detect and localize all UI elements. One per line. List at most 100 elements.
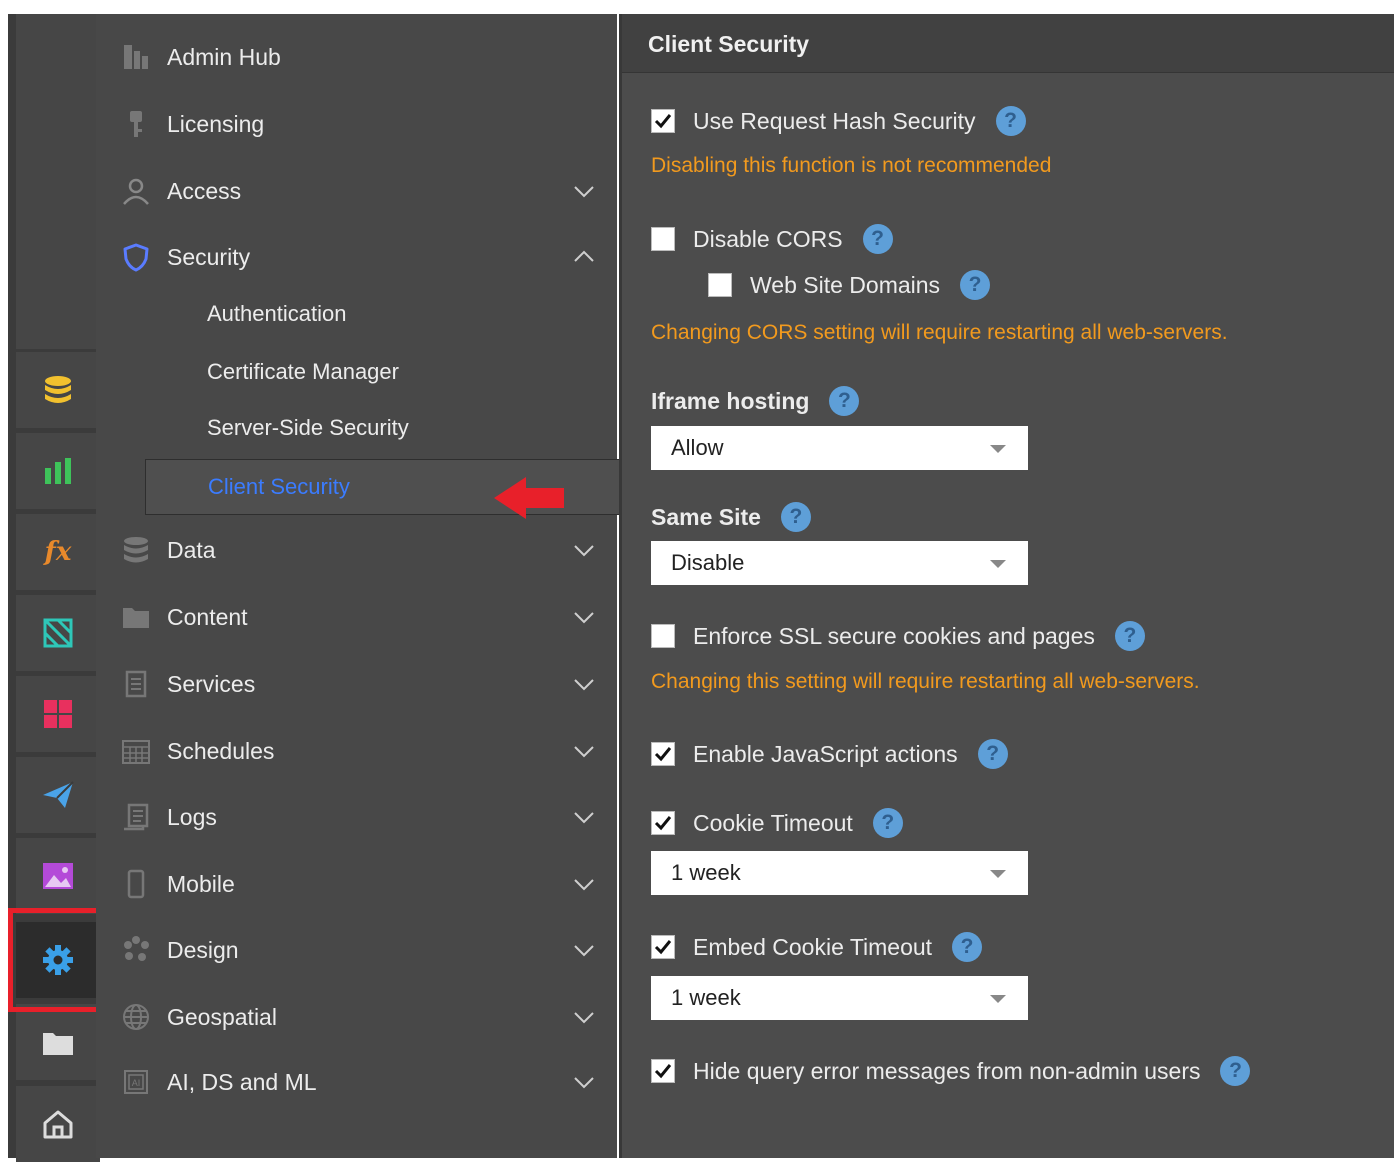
request-hash-checkbox[interactable] xyxy=(651,109,675,133)
cookie-timeout-select[interactable]: 1 week xyxy=(651,851,1028,895)
cookie-timeout-label: Cookie Timeout xyxy=(693,809,853,836)
nav-item-logs[interactable]: Logs xyxy=(96,792,617,842)
rail-reports-button[interactable] xyxy=(16,433,100,509)
chevron-down-icon[interactable] xyxy=(572,605,596,629)
nav-item-mobile[interactable]: Mobile xyxy=(96,859,617,909)
document-icon xyxy=(120,668,152,700)
iframe-hosting-label: Iframe hosting xyxy=(651,387,810,414)
enforce-ssl-checkbox[interactable] xyxy=(651,624,675,648)
checkmark-icon xyxy=(654,747,672,762)
database-icon xyxy=(120,534,152,566)
gear-icon xyxy=(43,945,73,975)
help-icon[interactable]: ? xyxy=(977,739,1008,769)
nav-label: Access xyxy=(167,177,242,204)
nav-subitem-label: Client Security xyxy=(208,474,350,499)
help-icon[interactable]: ? xyxy=(829,386,860,416)
same-site-row: Same Site ? xyxy=(651,502,811,532)
nav-subitem-certificate-manager[interactable]: Certificate Manager xyxy=(207,359,399,385)
nav-label: Admin Hub xyxy=(167,43,281,70)
nav-item-licensing[interactable]: Licensing xyxy=(96,99,617,149)
ai-icon: AI xyxy=(120,1066,152,1098)
iframe-hosting-select[interactable]: Allow xyxy=(651,426,1028,470)
chevron-down-icon[interactable] xyxy=(572,938,596,962)
iframe-hosting-row: Iframe hosting ? xyxy=(651,386,860,416)
rail-storyboard-button[interactable] xyxy=(16,838,100,914)
dropdown-caret-icon xyxy=(990,995,1006,1003)
help-icon[interactable]: ? xyxy=(1220,1056,1251,1086)
rail-publish-button[interactable] xyxy=(16,757,100,833)
svg-text:AI: AI xyxy=(132,1078,141,1088)
chevron-down-icon[interactable] xyxy=(572,538,596,562)
chevron-down-icon[interactable] xyxy=(572,805,596,829)
rail-dashboard-button[interactable] xyxy=(16,676,100,752)
chevron-down-icon[interactable] xyxy=(572,872,596,896)
disable-cors-checkbox[interactable] xyxy=(651,227,675,251)
rail-files-button[interactable] xyxy=(16,1004,100,1080)
cookie-timeout-checkbox[interactable] xyxy=(651,811,675,835)
nav-item-admin-hub[interactable]: Admin Hub xyxy=(96,32,617,82)
help-icon[interactable]: ? xyxy=(952,932,983,962)
web-site-domains-checkbox[interactable] xyxy=(708,273,732,297)
nav-item-ai-ds-ml[interactable]: AI AI, DS and ML xyxy=(96,1057,617,1107)
rail-formula-button[interactable]: fx xyxy=(16,514,100,590)
nav-item-content[interactable]: Content xyxy=(96,592,617,642)
shield-icon xyxy=(120,241,152,273)
dashboard-tiles-icon xyxy=(44,700,72,728)
chevron-down-icon[interactable] xyxy=(572,1005,596,1029)
nav-item-services[interactable]: Services xyxy=(96,659,617,709)
nav-item-schedules[interactable]: Schedules xyxy=(96,726,617,776)
enforce-ssl-row: Enforce SSL secure cookies and pages ? xyxy=(651,621,1145,651)
enable-js-row: Enable JavaScript actions ? xyxy=(651,739,1008,769)
nav-subitem-authentication[interactable]: Authentication xyxy=(207,301,346,327)
request-hash-label: Use Request Hash Security xyxy=(693,107,976,134)
enable-js-label: Enable JavaScript actions xyxy=(693,740,958,767)
chevron-down-icon[interactable] xyxy=(572,739,596,763)
same-site-select[interactable]: Disable xyxy=(651,541,1028,585)
checkmark-icon xyxy=(654,114,672,129)
dropdown-caret-icon xyxy=(990,870,1006,878)
rail-data-button[interactable] xyxy=(16,352,100,428)
help-icon[interactable]: ? xyxy=(862,224,893,254)
nav-item-access[interactable]: Access xyxy=(96,166,617,216)
nav-item-data[interactable]: Data xyxy=(96,525,617,575)
chevron-up-icon[interactable] xyxy=(572,245,596,269)
chevron-down-icon[interactable] xyxy=(572,672,596,696)
nav-item-geospatial[interactable]: Geospatial xyxy=(96,992,617,1042)
embed-cookie-timeout-row: Embed Cookie Timeout ? xyxy=(651,932,983,962)
checkmark-icon xyxy=(654,816,672,831)
embed-cookie-timeout-checkbox[interactable] xyxy=(651,935,675,959)
chevron-down-icon[interactable] xyxy=(572,179,596,203)
red-arrow-icon xyxy=(494,477,564,519)
help-icon[interactable]: ? xyxy=(960,270,991,300)
nav-label: Services xyxy=(167,670,256,697)
nav-item-design[interactable]: Design xyxy=(96,925,617,975)
enable-js-checkbox[interactable] xyxy=(651,742,675,766)
rail-blank-area xyxy=(16,14,100,349)
enforce-ssl-label: Enforce SSL secure cookies and pages xyxy=(693,622,1095,649)
globe-icon xyxy=(120,1001,152,1033)
embed-cookie-timeout-select[interactable]: 1 week xyxy=(651,976,1028,1020)
hide-query-errors-checkbox[interactable] xyxy=(651,1059,675,1083)
help-icon[interactable]: ? xyxy=(995,106,1026,136)
cookie-timeout-value: 1 week xyxy=(671,860,741,885)
database-icon xyxy=(45,376,71,403)
nav-item-security[interactable]: Security xyxy=(96,232,617,282)
key-icon xyxy=(120,108,152,140)
help-icon[interactable]: ? xyxy=(872,808,903,838)
calendar-icon xyxy=(120,735,152,767)
iframe-hosting-value: Allow xyxy=(671,435,724,460)
rail-admin-button[interactable] xyxy=(16,922,100,998)
nav-subitem-server-side-security[interactable]: Server-Side Security xyxy=(207,415,409,441)
folder-icon xyxy=(43,1033,73,1055)
help-icon[interactable]: ? xyxy=(780,502,811,532)
nav-label: Security xyxy=(167,243,251,270)
help-icon[interactable]: ? xyxy=(1114,621,1145,651)
chevron-down-icon[interactable] xyxy=(572,1070,596,1094)
nav-label: Schedules xyxy=(167,737,275,764)
nav-label: Geospatial xyxy=(167,1003,277,1030)
rail-cube-button[interactable] xyxy=(16,595,100,671)
disable-cors-row: Disable CORS ? xyxy=(651,224,893,254)
rail-home-button[interactable] xyxy=(16,1086,100,1162)
web-site-domains-label: Web Site Domains xyxy=(750,271,941,298)
log-icon xyxy=(120,801,152,833)
